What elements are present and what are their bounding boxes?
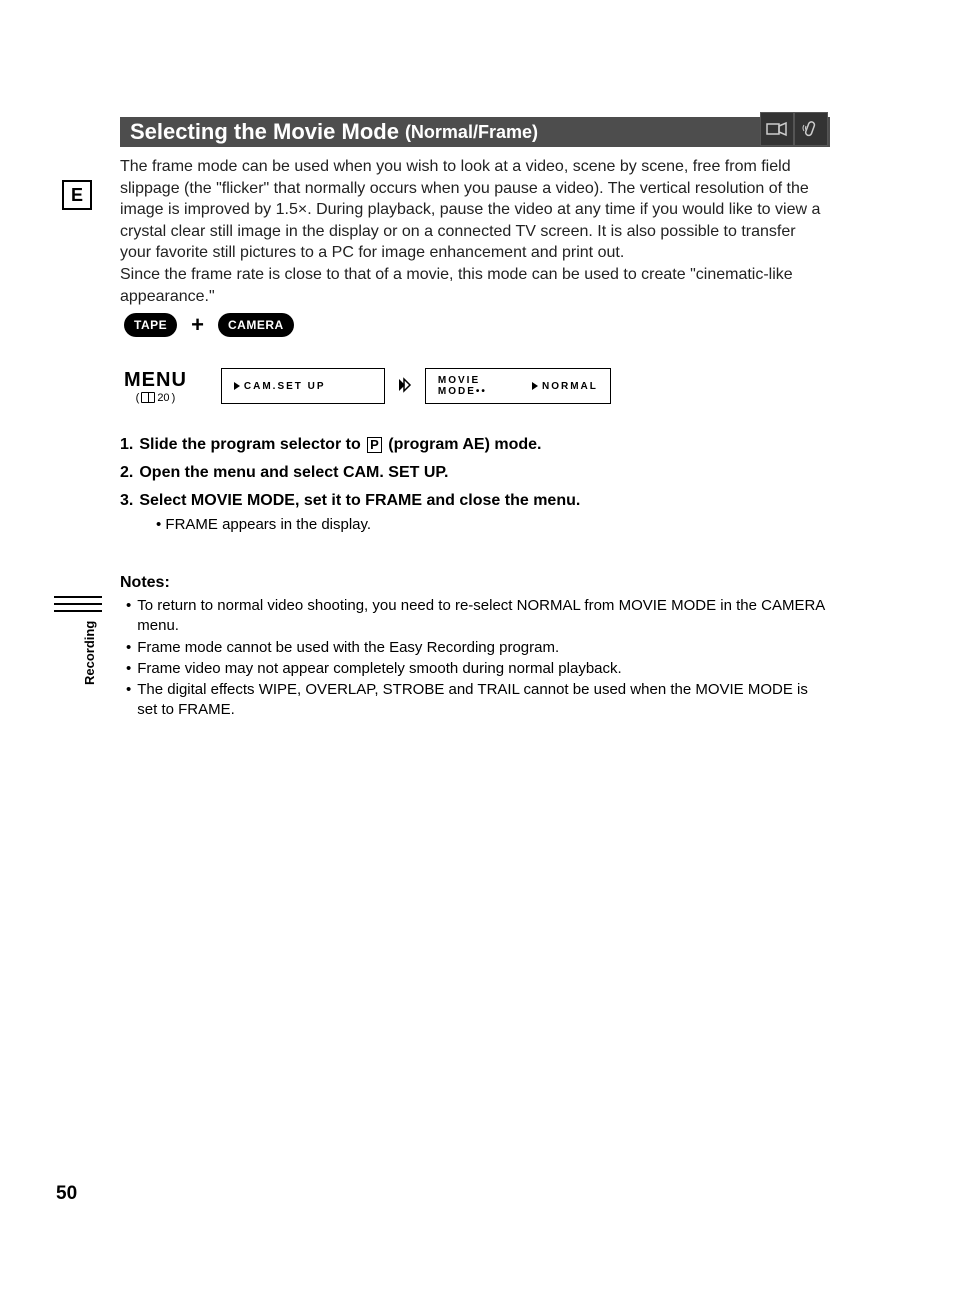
- mode-indicator-row: TAPE + CAMERA: [124, 312, 294, 338]
- step-2-text: Open the menu and select CAM. SET UP.: [139, 464, 448, 482]
- menu-page-number: 20: [157, 392, 169, 404]
- intro-text: The frame mode can be used when you wish…: [120, 156, 830, 307]
- step-1-number: 1.: [120, 436, 133, 454]
- step-1-text-a: Slide the program selector to: [139, 436, 365, 453]
- section-title-sub: (Normal/Frame): [405, 122, 538, 143]
- step-3-sub: • FRAME appears in the display.: [156, 516, 830, 533]
- tape-chip: TAPE: [124, 313, 177, 337]
- step-1: 1. Slide the program selector to P (prog…: [120, 436, 830, 454]
- note-1-text: To return to normal video shooting, you …: [137, 596, 830, 637]
- steps-list: 1. Slide the program selector to P (prog…: [120, 436, 830, 543]
- step-3-text: Select MOVIE MODE, set it to FRAME and c…: [139, 492, 580, 510]
- step-2: 2. Open the menu and select CAM. SET UP.: [120, 464, 830, 482]
- menu-box-2-text-a: MOVIE MODE••: [438, 375, 528, 397]
- page-number: 50: [56, 1183, 77, 1205]
- plus-icon: +: [191, 312, 204, 338]
- section-title-bar: Selecting the Movie Mode (Normal/Frame): [120, 117, 830, 147]
- step-3: 3. Select MOVIE MODE, set it to FRAME an…: [120, 492, 830, 510]
- language-badge-text: E: [71, 185, 83, 206]
- menu-box-2-text-b: NORMAL: [542, 381, 598, 392]
- triangle-icon: [234, 382, 240, 390]
- page: Selecting the Movie Mode (Normal/Frame) …: [0, 0, 954, 1301]
- menu-box-1-text: CAM.SET UP: [244, 381, 326, 392]
- note-3: •Frame video may not appear completely s…: [120, 659, 830, 679]
- book-icon: [141, 392, 155, 403]
- note-3-text: Frame video may not appear completely sm…: [137, 659, 621, 679]
- intro-paragraph-1: The frame mode can be used when you wish…: [120, 158, 820, 261]
- side-tab-label: Recording: [82, 621, 97, 685]
- menu-title: MENU: [124, 369, 187, 392]
- remote-icon: [794, 112, 828, 146]
- note-1: •To return to normal video shooting, you…: [120, 596, 830, 637]
- section-title-main: Selecting the Movie Mode: [130, 119, 399, 145]
- camera-chip: CAMERA: [218, 313, 294, 337]
- step-3-number: 3.: [120, 492, 133, 510]
- note-2: •Frame mode cannot be used with the Easy…: [120, 638, 830, 658]
- intro-paragraph-2: Since the frame rate is close to that of…: [120, 266, 793, 305]
- note-2-text: Frame mode cannot be used with the Easy …: [137, 638, 559, 658]
- notes-block: Notes: •To return to normal video shooti…: [120, 574, 830, 722]
- step-2-number: 2.: [120, 464, 133, 482]
- menu-box-2: MOVIE MODE•• NORMAL: [425, 368, 611, 404]
- menu-path-row: MENU ( 20 ) CAM.SET UP MOVIE MODE•• NORMA…: [124, 368, 611, 404]
- menu-label-block: MENU ( 20 ): [124, 369, 187, 404]
- language-badge: E: [62, 180, 92, 210]
- note-4: •The digital effects WIPE, OVERLAP, STRO…: [120, 680, 830, 721]
- notes-title: Notes:: [120, 574, 830, 592]
- camcorder-icon: [760, 112, 794, 146]
- step-1-text-b: (program AE) mode.: [384, 436, 542, 453]
- note-4-text: The digital effects WIPE, OVERLAP, STROB…: [137, 680, 830, 721]
- menu-page-ref: ( 20 ): [136, 392, 176, 404]
- double-arrow-icon: [397, 377, 413, 396]
- header-icons: [760, 112, 828, 146]
- side-tab-lines: [54, 596, 102, 617]
- menu-box-1: CAM.SET UP: [221, 368, 385, 404]
- triangle-icon: [532, 382, 538, 390]
- program-ae-symbol: P: [367, 437, 382, 453]
